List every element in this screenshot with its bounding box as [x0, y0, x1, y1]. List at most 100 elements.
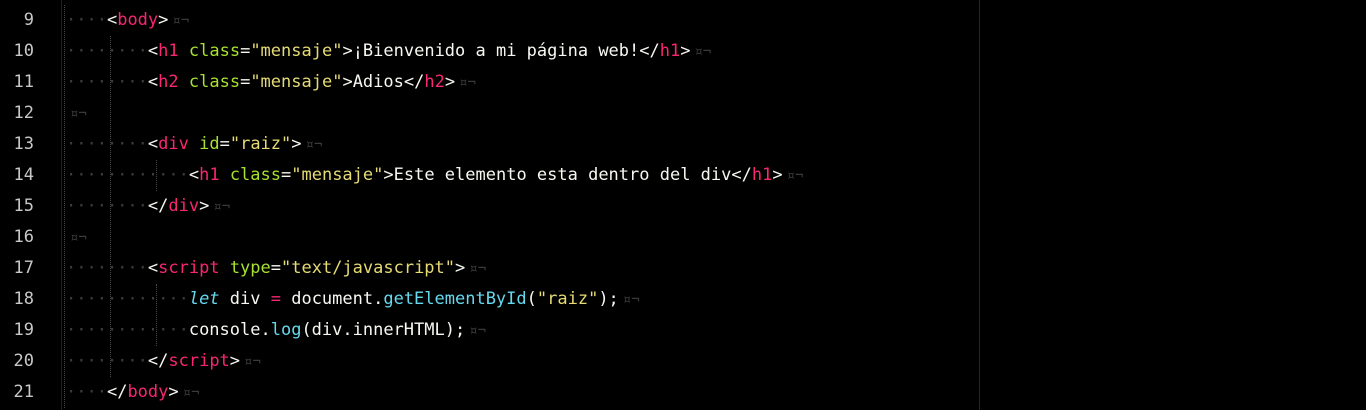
line-content[interactable]: ········<div id="raiz"> ¤¬ [66, 129, 322, 161]
token-tag: h2 [158, 72, 179, 92]
eol-marker: ¤¬ [469, 261, 487, 277]
token-str: "raiz" [536, 289, 599, 309]
token-str: "raiz" [229, 134, 292, 154]
indent-whitespace: ···· [66, 10, 107, 30]
token-tag: h1 [199, 165, 220, 185]
line-number: 21 [13, 382, 34, 402]
code-line[interactable]: 20 ········</script> ¤¬ [0, 346, 1366, 377]
token-text: ( [526, 289, 537, 309]
code-line[interactable]: 12 ¤¬ [0, 98, 1366, 129]
token-punc: = [270, 258, 282, 278]
token-text: div [219, 289, 271, 309]
line-content[interactable]: ············let div = document.getElemen… [66, 284, 640, 316]
line-number: 19 [13, 320, 34, 340]
code-line[interactable]: 13 ········<div id="raiz"> ¤¬ [0, 129, 1366, 160]
token-punc: > [444, 72, 456, 92]
code-line[interactable]: 10 ········<h1 class="mensaje">¡Bienvenid… [0, 36, 1366, 67]
token-punc: </ [639, 41, 660, 61]
token-punc: > [342, 72, 353, 92]
token-tag: script [158, 258, 220, 278]
token-punc: = [281, 165, 292, 185]
eol-marker: ¤¬ [70, 106, 87, 122]
token-punc: < [147, 134, 159, 154]
token-punc: < [147, 72, 159, 92]
token-punc: </ [147, 196, 169, 216]
token-punc: </ [403, 72, 425, 92]
eol-marker: ¤¬ [694, 44, 712, 60]
line-content[interactable]: ············console.log(div.innerHTML); ¤… [66, 315, 486, 347]
code-editor[interactable]: 9 ····<body> ¤¬ 10 ········<h1 class="mensaj… [0, 0, 1366, 410]
line-content[interactable]: ········<h2 class="mensaje">Adios</h2> ¤¬ [66, 67, 476, 99]
token-punc: > [158, 10, 169, 30]
code-line[interactable]: 18 ············let div = document.getElem… [0, 284, 1366, 315]
token-tag: h1 [158, 41, 179, 61]
line-content[interactable]: ····</body> ¤¬ [66, 377, 200, 409]
line-content[interactable]: ········</div> ¤¬ [66, 191, 230, 223]
line-content[interactable]: ····<body> ¤¬ [66, 5, 189, 37]
eol-marker: ¤¬ [182, 385, 200, 401]
code-line[interactable]: 9 ····<body> ¤¬ [0, 5, 1366, 36]
indent-whitespace: ············ [66, 289, 189, 309]
token-str: "text/javascript" [281, 258, 456, 278]
indent-whitespace: ········ [66, 41, 148, 61]
token-punc: = [240, 41, 251, 61]
token-punc: > [772, 165, 783, 185]
token-punc: > [229, 351, 241, 371]
eol-marker: ¤¬ [172, 13, 190, 29]
token-tag: h1 [751, 165, 773, 185]
token-tag: div [168, 196, 200, 216]
line-content[interactable]: ········<script type="text/javascript"> ¤… [66, 253, 486, 285]
code-line[interactable]: 17 ········<script type="text/javascript"… [0, 253, 1366, 284]
token-attr: class [188, 72, 241, 92]
indent-whitespace: ········ [66, 351, 148, 371]
token-punc: > [383, 165, 394, 185]
line-content[interactable]: ············<h1 class="mensaje">Este ele… [66, 160, 803, 192]
line-number: 12 [13, 103, 34, 123]
token-punc: > [168, 382, 179, 402]
token-attr: class [229, 165, 281, 185]
line-number: 16 [13, 227, 34, 247]
token-tag: div [158, 134, 189, 154]
code-line[interactable]: 14 ············<h1 class="mensaje">Este e… [0, 160, 1366, 191]
code-line[interactable]: 21 ····</body> ¤¬ [0, 377, 1366, 408]
line-number: 17 [13, 258, 34, 278]
line-number: 14 [13, 165, 34, 185]
eol-marker: ¤¬ [244, 354, 261, 370]
token-attr: class [188, 41, 241, 61]
line-content[interactable]: ········</script> ¤¬ [66, 346, 261, 378]
eol-marker: ¤¬ [305, 137, 323, 153]
indent-whitespace: ········ [66, 196, 148, 216]
code-line[interactable]: 16 ¤¬ [0, 222, 1366, 253]
line-content[interactable]: ········<h1 class="mensaje">¡Bienvenido … [66, 36, 711, 68]
token-str: "mensaje" [250, 72, 343, 92]
token-tag: body [127, 382, 169, 402]
token-punc: </ [731, 165, 752, 185]
code-line[interactable]: 11 ········<h2 class="mensaje">Adios</h2>… [0, 67, 1366, 98]
indent-whitespace: ········ [66, 134, 148, 154]
indent-whitespace: ········ [66, 72, 148, 92]
line-number: 15 [13, 196, 34, 216]
token-tag: h2 [424, 72, 445, 92]
token-punc: </ [106, 382, 128, 402]
line-content[interactable]: ¤¬ [66, 98, 87, 130]
token-punc: > [455, 258, 466, 278]
token-str: "mensaje" [291, 165, 384, 185]
token-punc: > [199, 196, 210, 216]
code-line[interactable]: 15 ········</div> ¤¬ [0, 191, 1366, 222]
token-str: "mensaje" [250, 41, 343, 61]
token-punc: < [188, 165, 200, 185]
token-punc: < [147, 258, 159, 278]
token-text: ¡Bienvenido a mi página web! [352, 41, 640, 61]
code-line[interactable]: 19 ············console.log(div.innerHTML)… [0, 315, 1366, 346]
line-number: 13 [13, 134, 34, 154]
token-tag: h1 [659, 41, 681, 61]
line-content[interactable]: ¤¬ [66, 222, 87, 254]
token-kw: let [188, 289, 220, 309]
token-fn: getElementById [383, 289, 527, 309]
token-text: (div.innerHTML); [301, 320, 466, 340]
